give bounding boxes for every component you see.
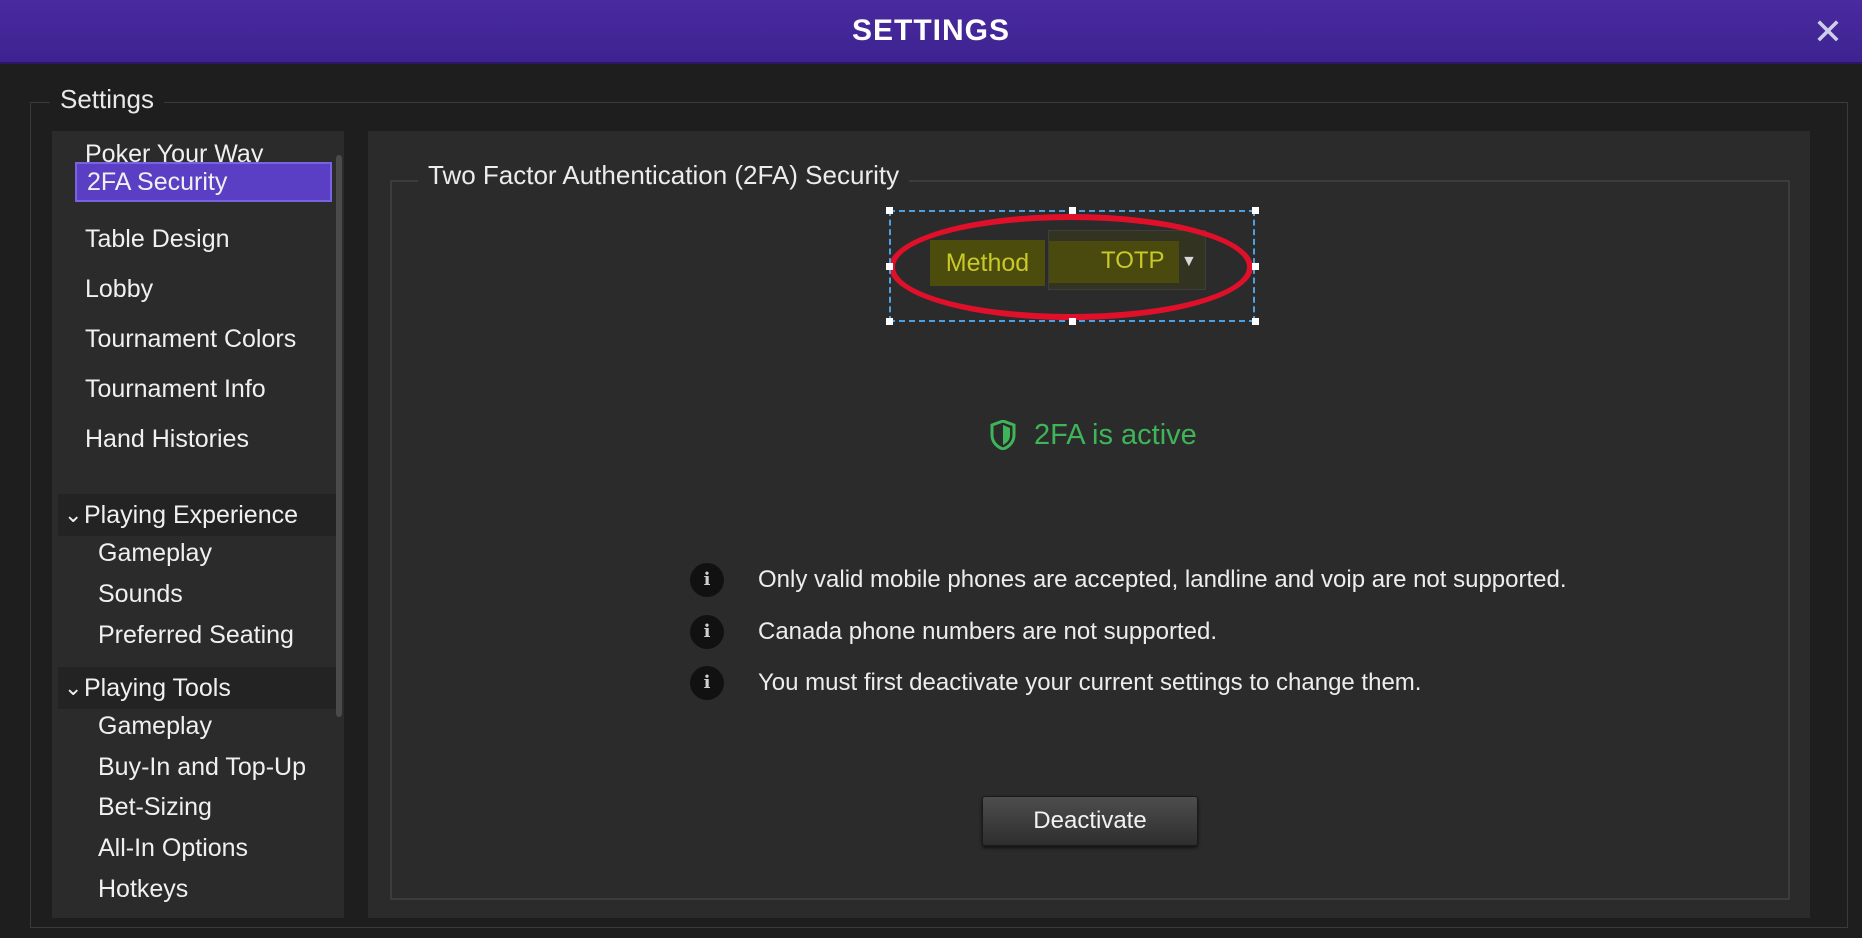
sidebar-item-preferred-seating[interactable]: Preferred Seating <box>98 615 294 655</box>
sidebar-group-label: Playing Experience <box>84 501 299 529</box>
sidebar-item-lobby[interactable]: Lobby <box>75 269 332 309</box>
shield-icon <box>990 420 1016 450</box>
selection-handle <box>1252 263 1259 270</box>
selection-handle <box>1252 207 1259 214</box>
chevron-down-icon: ⌄ <box>64 675 83 700</box>
info-text: You must first deactivate your current s… <box>758 669 1422 696</box>
sidebar-item-buy-in-top-up[interactable]: Buy-In and Top-Up <box>98 747 306 787</box>
sidebar-item-hand-histories[interactable]: Hand Histories <box>75 419 332 459</box>
sidebar-item-table-design[interactable]: Table Design <box>75 219 332 259</box>
selection-frame <box>889 210 1255 322</box>
sidebar-item-gameplay-tools[interactable]: Gameplay <box>98 706 212 746</box>
info-icon: i <box>690 666 724 700</box>
settings-window: SETTINGS ✕ Settings Poker Your Way 2FA S… <box>0 0 1862 938</box>
selection-handle <box>886 207 893 214</box>
sidebar-group-label: Playing Tools <box>84 674 231 702</box>
close-icon[interactable]: ✕ <box>1808 12 1848 52</box>
sidebar-item-tournament-info[interactable]: Tournament Info <box>75 369 332 409</box>
sidebar-group-playing-tools[interactable]: ⌄ Playing Tools <box>58 667 336 709</box>
title-bar: SETTINGS ✕ <box>0 0 1862 64</box>
sidebar-item-all-in-options[interactable]: All-In Options <box>98 828 248 868</box>
window-title: SETTINGS <box>851 14 1010 47</box>
selection-handle <box>886 318 893 325</box>
sidebar-item-bet-sizing[interactable]: Bet-Sizing <box>98 787 212 827</box>
selection-handle <box>886 263 893 270</box>
selection-handle <box>1069 207 1076 214</box>
selection-handle <box>1069 318 1076 325</box>
sidebar-item-gameplay-experience[interactable]: Gameplay <box>98 533 212 573</box>
info-text: Only valid mobile phones are accepted, l… <box>758 566 1567 593</box>
sidebar-item-sounds[interactable]: Sounds <box>98 574 183 614</box>
info-text: Canada phone numbers are not supported. <box>758 618 1217 645</box>
status-text: 2FA is active <box>1034 419 1197 451</box>
sidebar-item-tournament-colors[interactable]: Tournament Colors <box>75 319 332 359</box>
sidebar-item-hotkeys[interactable]: Hotkeys <box>98 869 188 909</box>
sidebar-scrollbar[interactable] <box>336 155 342 717</box>
info-icon: i <box>690 615 724 649</box>
settings-group-label: Settings <box>50 84 164 115</box>
sidebar-group-playing-experience[interactable]: ⌄ Playing Experience <box>58 494 336 536</box>
chevron-down-icon: ⌄ <box>64 502 83 527</box>
sidebar-item-2fa-security[interactable]: 2FA Security <box>75 162 332 202</box>
info-icon: i <box>690 563 724 597</box>
settings-sidebar: Poker Your Way 2FA Security Table Design… <box>52 131 344 918</box>
deactivate-button[interactable]: Deactivate <box>982 796 1198 846</box>
selection-handle <box>1252 318 1259 325</box>
tfa-section-title: Two Factor Authentication (2FA) Security <box>418 160 910 191</box>
